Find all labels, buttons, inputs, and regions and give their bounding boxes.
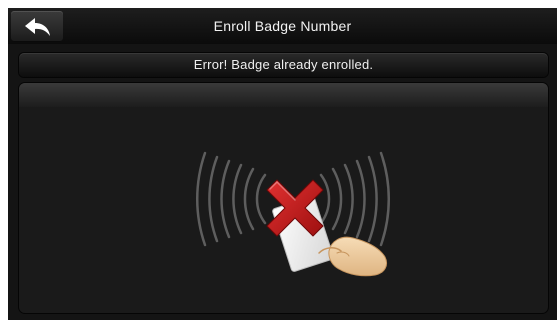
- enroll-panel: [19, 83, 548, 313]
- badge-error-illustration: [195, 151, 391, 277]
- back-button[interactable]: [11, 11, 63, 42]
- page-title: Enroll Badge Number: [213, 18, 352, 34]
- device-screen: Enroll Badge Number Error! Badge already…: [8, 8, 557, 320]
- title-bar: Enroll Badge Number: [8, 8, 557, 44]
- status-message: Error! Badge already enrolled.: [19, 53, 548, 77]
- back-arrow-icon: [25, 18, 50, 36]
